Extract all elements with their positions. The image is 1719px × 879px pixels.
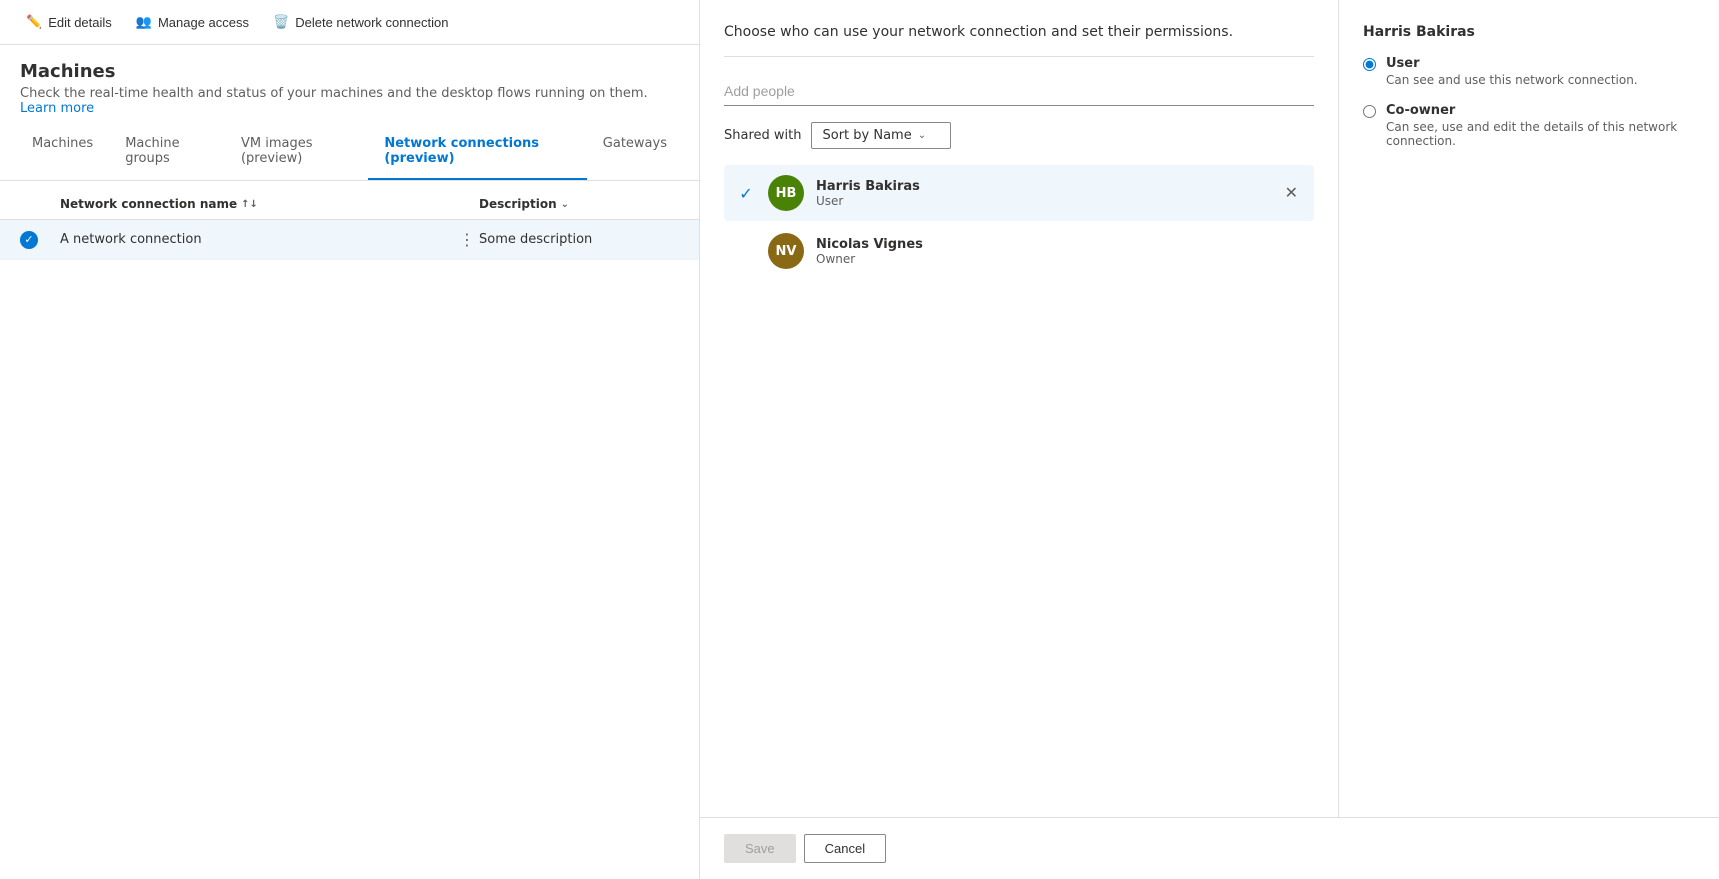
tab-gateways[interactable]: Gateways bbox=[587, 124, 683, 180]
sort-by-select[interactable]: Sort by Name ⌄ bbox=[811, 122, 951, 149]
row-description: Some description bbox=[479, 232, 679, 247]
remove-person-hb-button[interactable]: ✕ bbox=[1281, 179, 1302, 207]
person-info-nv: Nicolas Vignes Owner bbox=[816, 237, 1302, 266]
manage-right: Harris Bakiras User Can see and use this… bbox=[1339, 0, 1719, 817]
person-role-nv: Owner bbox=[816, 252, 1302, 266]
sort-select-arrow-icon: ⌄ bbox=[918, 130, 926, 141]
nav-tabs: Machines Machine groups VM images (previ… bbox=[0, 124, 699, 181]
panel-description: Choose who can use your network connecti… bbox=[724, 24, 1314, 57]
shared-with-label: Shared with bbox=[724, 128, 801, 143]
permission-option-user: User Can see and use this network connec… bbox=[1363, 56, 1695, 87]
cancel-button[interactable]: Cancel bbox=[804, 834, 886, 863]
shared-with-row: Shared with Sort by Name ⌄ bbox=[724, 122, 1314, 149]
person-selected-check: ✓ bbox=[736, 184, 756, 203]
left-panel: ✏️ Edit details 👥 Manage access 🗑️ Delet… bbox=[0, 0, 700, 879]
permission-option-coowner: Co-owner Can see, use and edit the detai… bbox=[1363, 103, 1695, 148]
delete-icon: 🗑️ bbox=[273, 14, 289, 30]
permission-coowner-radio[interactable] bbox=[1363, 105, 1376, 118]
toolbar: ✏️ Edit details 👥 Manage access 🗑️ Delet… bbox=[0, 0, 699, 45]
name-sort-icon[interactable]: ↑↓ bbox=[241, 199, 258, 210]
page-subtitle: Check the real-time health and status of… bbox=[20, 86, 679, 116]
person-item-nv[interactable]: NV Nicolas Vignes Owner bbox=[724, 223, 1314, 279]
right-panel: Choose who can use your network connecti… bbox=[700, 0, 1719, 879]
panel-footer: Save Cancel bbox=[700, 817, 1719, 879]
permission-coowner-info: Co-owner Can see, use and edit the detai… bbox=[1386, 103, 1695, 148]
manage-access-button[interactable]: 👥 Manage access bbox=[126, 8, 259, 36]
row-menu-button[interactable]: ⋮ bbox=[455, 230, 479, 249]
permission-user-radio[interactable] bbox=[1363, 58, 1376, 71]
permissions-title: Harris Bakiras bbox=[1363, 24, 1695, 40]
edit-details-button[interactable]: ✏️ Edit details bbox=[16, 8, 122, 36]
check-circle-icon: ✓ bbox=[20, 231, 38, 249]
person-info-hb: Harris Bakiras User bbox=[816, 179, 1269, 208]
manage-icon: 👥 bbox=[136, 14, 152, 30]
desc-sort-icon[interactable]: ⌄ bbox=[561, 199, 569, 210]
tab-machine-groups[interactable]: Machine groups bbox=[109, 124, 225, 180]
permissions-panel: Harris Bakiras User Can see and use this… bbox=[1363, 24, 1695, 148]
row-check: ✓ bbox=[20, 231, 60, 249]
tab-machines[interactable]: Machines bbox=[16, 124, 109, 180]
manage-left: Choose who can use your network connecti… bbox=[700, 0, 1339, 817]
table-header: Network connection name ↑↓ Description ⌄ bbox=[0, 189, 699, 220]
blue-check-icon: ✓ bbox=[739, 184, 752, 203]
avatar-hb: HB bbox=[768, 175, 804, 211]
delete-network-button[interactable]: 🗑️ Delete network connection bbox=[263, 8, 458, 36]
permission-user-info: User Can see and use this network connec… bbox=[1386, 56, 1638, 87]
permission-coowner-desc: Can see, use and edit the details of thi… bbox=[1386, 120, 1695, 148]
table-row[interactable]: ✓ A network connection ⋮ Some descriptio… bbox=[0, 220, 699, 260]
person-name-hb: Harris Bakiras bbox=[816, 179, 1269, 194]
add-people-input[interactable] bbox=[724, 77, 1314, 106]
content-area: Network connection name ↑↓ Description ⌄… bbox=[0, 181, 699, 879]
permission-coowner-label: Co-owner bbox=[1386, 103, 1695, 118]
permission-user-desc: Can see and use this network connection. bbox=[1386, 73, 1638, 87]
permission-user-label: User bbox=[1386, 56, 1638, 71]
header-name-col: Network connection name ↑↓ bbox=[60, 197, 479, 211]
people-list: ✓ HB Harris Bakiras User ✕ NV bbox=[724, 165, 1314, 279]
table-container: Network connection name ↑↓ Description ⌄… bbox=[0, 189, 699, 260]
header-desc-col: Description ⌄ bbox=[479, 197, 679, 211]
page-title: Machines bbox=[20, 61, 679, 82]
learn-more-link[interactable]: Learn more bbox=[20, 101, 94, 116]
save-button[interactable]: Save bbox=[724, 834, 796, 863]
tab-vm-images[interactable]: VM images (preview) bbox=[225, 124, 368, 180]
tab-network-connections[interactable]: Network connections (preview) bbox=[368, 124, 586, 180]
person-role-hb: User bbox=[816, 194, 1269, 208]
page-title-area: Machines Check the real-time health and … bbox=[0, 45, 699, 124]
edit-icon: ✏️ bbox=[26, 14, 42, 30]
avatar-nv: NV bbox=[768, 233, 804, 269]
person-name-nv: Nicolas Vignes bbox=[816, 237, 1302, 252]
person-item-hb[interactable]: ✓ HB Harris Bakiras User ✕ bbox=[724, 165, 1314, 221]
row-name: A network connection bbox=[60, 232, 455, 247]
manage-panel: Choose who can use your network connecti… bbox=[700, 0, 1719, 817]
